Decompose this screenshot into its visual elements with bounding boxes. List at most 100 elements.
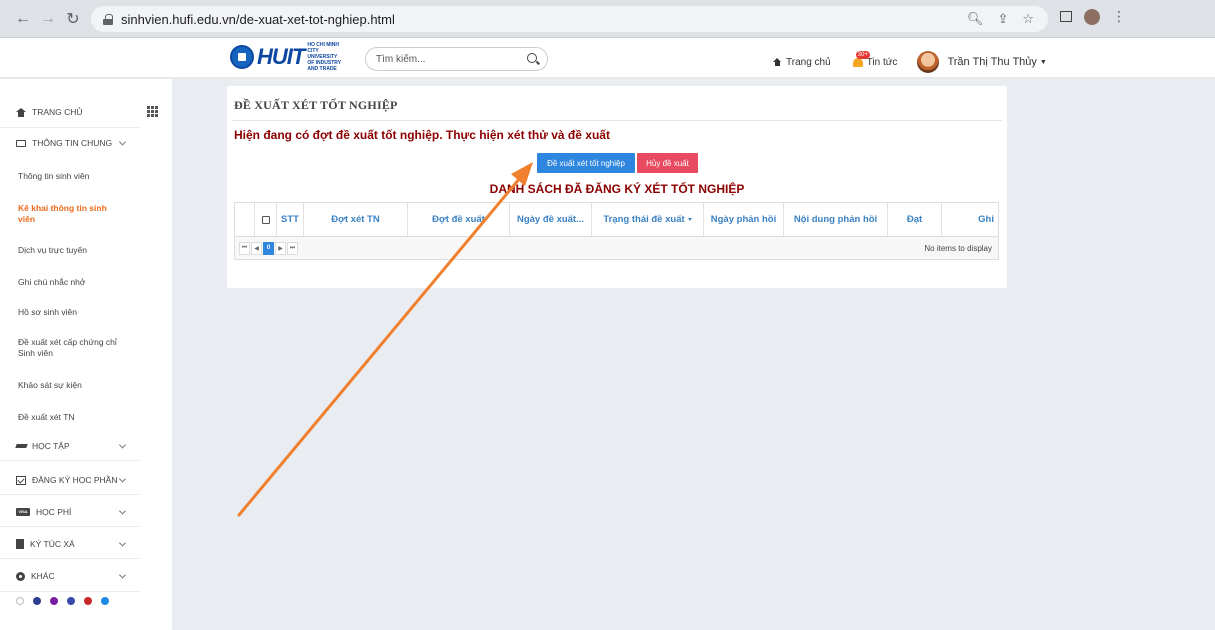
- next-page-icon[interactable]: ▶: [275, 241, 286, 255]
- address-bar[interactable]: sinhvien.hufi.edu.vn/de-xuat-xet-tot-ngh…: [91, 6, 1048, 32]
- divider: [0, 127, 140, 128]
- menu-kebab-icon[interactable]: ⋮: [1112, 8, 1126, 25]
- nav-home[interactable]: Trang chủ: [773, 57, 831, 68]
- news-badge: 30+: [855, 51, 870, 59]
- side-panel-icon[interactable]: [1060, 11, 1072, 22]
- column-header-label: Trạng thái đề xuất: [603, 214, 685, 225]
- divider: [232, 120, 1002, 121]
- sidebar-sub-event-survey[interactable]: Khảo sát sự kiện: [18, 380, 143, 391]
- sidebar-item-dorm[interactable]: KÝ TÚC XÁ: [0, 539, 140, 549]
- current-page[interactable]: 0: [263, 241, 274, 255]
- gear-icon: [16, 571, 25, 581]
- zoom-icon[interactable]: 🔍︎: [967, 11, 984, 27]
- forward-arrow-icon[interactable]: →: [37, 8, 59, 30]
- theme-swatch[interactable]: [33, 597, 41, 605]
- sidebar-sub-certificate[interactable]: Đề xuất xét cấp chứng chỉ Sinh viên: [18, 337, 128, 359]
- sidebar-item-label: HỌC PHÍ: [36, 507, 72, 517]
- browser-toolbar: ← → ↻ sinhvien.hufi.edu.vn/de-xuat-xet-t…: [0, 0, 1215, 38]
- graduation-cap-icon: [16, 442, 26, 451]
- search-icon[interactable]: [527, 53, 537, 63]
- sidebar-sub-reminders[interactable]: Ghi chú nhắc nhở: [18, 277, 143, 288]
- sidebar-item-label: ĐĂNG KÝ HỌC PHẦN: [32, 475, 118, 485]
- top-nav: Trang chủ 30+ Tin tức Trần Thị Thu Thủy …: [773, 51, 1067, 73]
- empty-message: No items to display: [924, 243, 992, 253]
- sidebar-sub-declare-info[interactable]: Kê khai thông tin sinh viên: [18, 203, 118, 225]
- divider: [0, 526, 140, 527]
- sidebar-sub-student-info[interactable]: Thông tin sinh viên: [18, 171, 143, 182]
- monitor-icon: [16, 139, 26, 147]
- chevron-down-icon: [118, 539, 127, 547]
- column-header[interactable]: STT: [277, 203, 304, 236]
- theme-swatch[interactable]: [101, 597, 109, 605]
- chevron-down-icon: [118, 441, 127, 449]
- last-page-icon[interactable]: ⏭: [287, 241, 298, 255]
- divider: [0, 494, 140, 495]
- lock-icon: [103, 13, 113, 25]
- prev-page-icon[interactable]: ◀: [251, 241, 262, 255]
- chevron-down-icon: [118, 571, 127, 579]
- sidebar-sub-graduation-proposal[interactable]: Đề xuất xét TN: [18, 412, 143, 423]
- user-name: Trần Thị Thu Thủy: [947, 56, 1037, 68]
- chevron-down-icon: [118, 507, 127, 515]
- search-input[interactable]: [376, 53, 526, 65]
- sidebar-item-label: TRANG CHỦ: [32, 107, 83, 117]
- sidebar-item-register[interactable]: ĐĂNG KÝ HỌC PHẦN: [0, 475, 140, 485]
- propose-graduation-button[interactable]: Đề xuất xét tốt nghiệp: [537, 153, 635, 173]
- checkbox-icon: [261, 215, 270, 224]
- sidebar-item-other[interactable]: KHÁC: [0, 571, 140, 581]
- user-menu[interactable]: Trần Thị Thu Thủy ▼: [917, 51, 1047, 73]
- theme-swatch[interactable]: [67, 597, 75, 605]
- grid-header-spacer: [235, 203, 255, 236]
- sidebar-item-home[interactable]: TRANG CHỦ: [0, 107, 140, 117]
- chevron-down-icon: [118, 138, 127, 146]
- list-title: DANH SÁCH ĐÃ ĐĂNG KÝ XÉT TỐT NGHIỆP: [489, 182, 745, 196]
- column-header[interactable]: Ngày phản hồi: [704, 203, 784, 236]
- chevron-down-icon: [118, 475, 127, 483]
- nav-news-label: Tin tức: [866, 56, 898, 68]
- reload-icon[interactable]: ↻: [62, 8, 84, 30]
- logo-tagline: HO CHI MINH CITY UNIVERSITY OF INDUSTRY …: [307, 42, 341, 72]
- divider: [0, 460, 140, 461]
- theme-swatch[interactable]: [50, 597, 58, 605]
- sidebar-item-label: HỌC TẬP: [32, 441, 70, 451]
- sidebar-item-label: KÝ TÚC XÁ: [30, 539, 75, 549]
- search-box: [365, 47, 548, 71]
- page-title: ĐỀ XUẤT XÉT TỐT NGHIỆP: [234, 98, 398, 112]
- share-icon[interactable]: ⇪: [997, 11, 1008, 27]
- sidebar-sub-student-profile[interactable]: Hồ sơ sinh viên: [18, 307, 143, 318]
- nav-home-label: Trang chủ: [786, 56, 831, 68]
- column-header[interactable]: Ghi: [942, 203, 998, 236]
- column-header[interactable]: Ngày đề xuất...: [510, 203, 592, 236]
- bookmark-star-icon[interactable]: ☆: [1022, 11, 1034, 27]
- cancel-proposal-button[interactable]: Hủy đề xuất: [637, 153, 698, 173]
- column-header[interactable]: Đợt xét TN: [304, 203, 408, 236]
- apps-grid-icon[interactable]: [147, 106, 158, 117]
- logo-wordmark: HUIT: [257, 44, 305, 69]
- first-page-icon[interactable]: ⏮: [239, 241, 250, 255]
- column-header-status[interactable]: Trạng thái đề xuất: [592, 203, 704, 236]
- sidebar-item-fee[interactable]: VISA HỌC PHÍ: [0, 507, 140, 517]
- notice-text: Hiện đang có đợt đề xuất tốt nghiệp. Thự…: [234, 128, 610, 142]
- main-panel: ĐỀ XUẤT XÉT TỐT NGHIỆP Hiện đang có đợt …: [227, 86, 1007, 288]
- column-header[interactable]: Đạt: [888, 203, 942, 236]
- university-logo[interactable]: HUIT HO CHI MINH CITY UNIVERSITY OF INDU…: [230, 42, 348, 72]
- sort-down-icon: [687, 218, 692, 221]
- column-header[interactable]: Đợt đề xuất: [408, 203, 510, 236]
- divider: [0, 558, 140, 559]
- checkbox-icon: [16, 475, 26, 485]
- credit-card-icon: VISA: [16, 508, 30, 516]
- profile-icon[interactable]: [1084, 8, 1100, 25]
- back-arrow-icon[interactable]: ←: [12, 8, 34, 30]
- column-header[interactable]: Nội dung phản hồi: [784, 203, 888, 236]
- nav-news[interactable]: 30+ Tin tức: [851, 51, 898, 69]
- theme-swatch[interactable]: [84, 597, 92, 605]
- sidebar-item-label: THÔNG TIN CHUNG: [32, 138, 113, 148]
- url-text: sinhvien.hufi.edu.vn/de-xuat-xet-tot-ngh…: [121, 11, 395, 27]
- sidebar-item-study[interactable]: HỌC TẬP: [0, 441, 140, 451]
- sidebar: TRANG CHỦ THÔNG TIN CHUNG Thông tin sinh…: [0, 79, 172, 630]
- theme-swatch[interactable]: [16, 597, 24, 605]
- select-all-checkbox[interactable]: [255, 203, 277, 236]
- site-header: HUIT HO CHI MINH CITY UNIVERSITY OF INDU…: [0, 38, 1215, 78]
- sidebar-sub-online-services[interactable]: Dịch vụ trực tuyến: [18, 245, 143, 256]
- sidebar-item-general[interactable]: THÔNG TIN CHUNG: [0, 138, 140, 148]
